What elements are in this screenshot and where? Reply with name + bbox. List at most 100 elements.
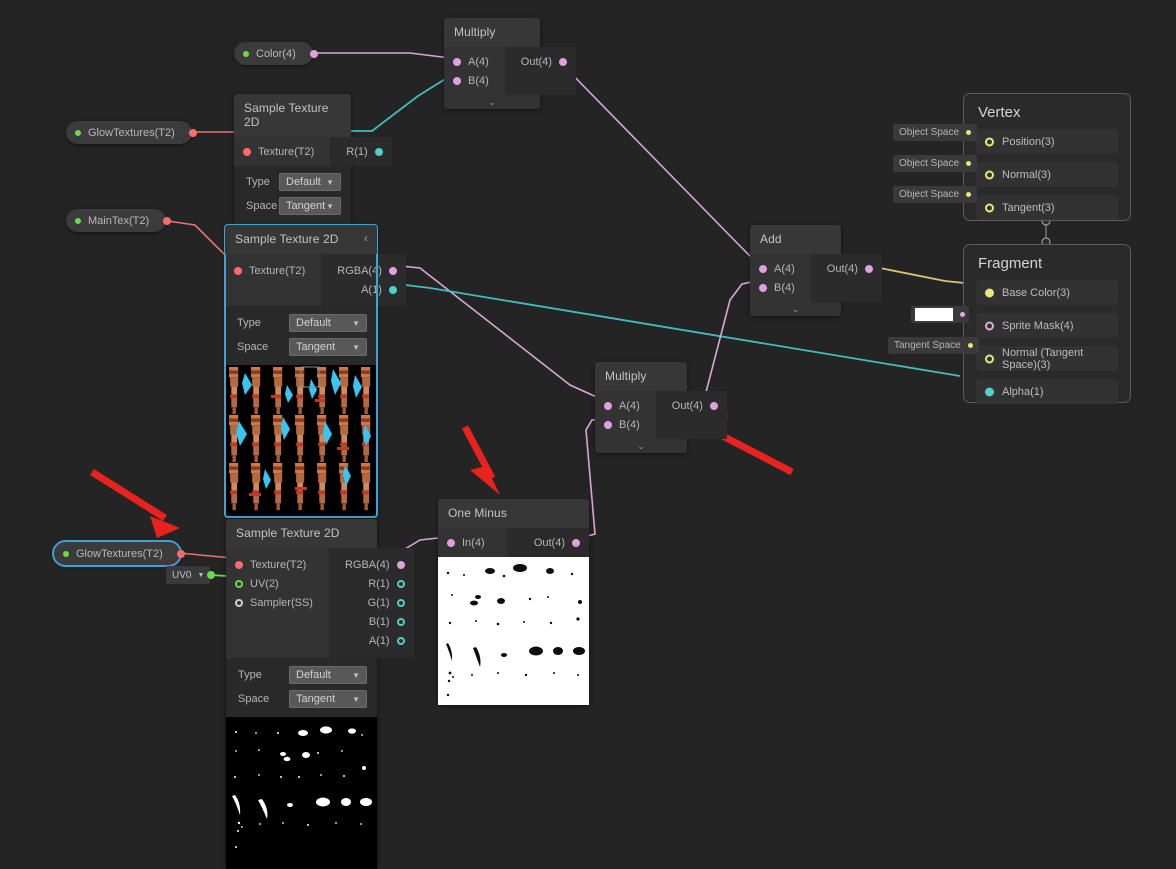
stack-row-alpha[interactable]: Alpha(1) — [976, 379, 1118, 404]
side-label-normal-tangent-space[interactable]: Tangent Space — [888, 337, 979, 354]
port-dot[interactable] — [396, 617, 405, 626]
control-space[interactable]: Space Tangent ▼ — [226, 687, 377, 711]
port-dot[interactable] — [985, 354, 994, 363]
output-port-out[interactable]: Out(4) — [505, 52, 576, 71]
control-type[interactable]: Type Default ▼ — [225, 311, 377, 335]
uv-channel-dropdown[interactable]: UV0 ▼ — [166, 566, 216, 584]
property-node-maintex[interactable]: MainTex(T2) — [66, 209, 172, 232]
control-type[interactable]: Type Default ▼ — [234, 170, 351, 194]
stack-row-sprite-mask[interactable]: Sprite Mask(4) — [976, 313, 1118, 338]
output-port-r[interactable]: R(1) — [330, 142, 391, 161]
input-port-in[interactable]: In(4) — [438, 533, 507, 552]
node-sample-texture-2d-top[interactable]: Sample Texture 2D Texture(T2) R(1) Type … — [234, 94, 392, 238]
color-swatch[interactable] — [915, 308, 953, 321]
output-port-out[interactable]: Out(4) — [507, 533, 589, 552]
output-port-texture[interactable] — [188, 128, 197, 137]
sprite-mask-color-field[interactable] — [911, 306, 969, 323]
node-collapse-toggle[interactable]: ⌄ — [595, 439, 687, 453]
port-dot[interactable] — [985, 170, 994, 179]
side-port-dot[interactable] — [966, 192, 972, 197]
node-multiply-bottom[interactable]: Multiply A(4) B(4) Out(4) ⌄ — [595, 362, 727, 453]
output-port-vector4[interactable] — [309, 49, 318, 58]
port-dot[interactable] — [985, 387, 994, 396]
output-port-rgba[interactable]: RGBA(4) — [329, 555, 414, 574]
stack-row-normal[interactable]: Normal(3) — [976, 162, 1118, 187]
stack-row-tangent[interactable]: Tangent(3) — [976, 195, 1118, 220]
output-port-uv[interactable] — [207, 571, 216, 579]
input-port-a[interactable]: A(4) — [444, 52, 505, 71]
port-dot[interactable] — [453, 57, 461, 66]
stack-row-base-color[interactable]: Base Color(3) — [976, 280, 1118, 305]
port-dot[interactable] — [759, 264, 767, 273]
node-sample-texture-2d-main[interactable]: Sample Texture 2D ‹ Texture(T2) RGBA(4) … — [224, 224, 406, 518]
side-label-normal-space[interactable]: Object Space — [893, 155, 978, 172]
input-port-texture[interactable]: Texture(T2) — [225, 261, 321, 280]
output-port-r[interactable]: R(1) — [329, 574, 414, 593]
side-port-dot[interactable] — [967, 343, 973, 348]
port-dot[interactable] — [396, 560, 405, 569]
output-port-rgba[interactable]: RGBA(4) — [321, 261, 406, 280]
node-one-minus[interactable]: One Minus In(4) Out(4) — [438, 499, 589, 705]
master-stack-vertex[interactable]: Vertex Position(3) Normal(3) Tangent(3) — [963, 93, 1131, 221]
node-collapse-toggle[interactable]: ⌄ — [444, 95, 540, 109]
port-dot[interactable] — [388, 266, 397, 275]
type-dropdown[interactable]: Default ▼ — [289, 314, 367, 332]
expander-icon[interactable]: ‹ — [364, 231, 368, 245]
port-dot[interactable] — [604, 420, 612, 429]
space-dropdown[interactable]: Tangent ▼ — [279, 197, 341, 215]
input-port-b[interactable]: B(4) — [444, 71, 505, 90]
port-dot[interactable] — [234, 266, 242, 275]
port-dot[interactable] — [235, 560, 243, 569]
port-dot[interactable] — [243, 147, 251, 156]
node-add[interactable]: Add A(4) B(4) Out(4) ⌄ — [750, 225, 882, 316]
space-dropdown[interactable]: Tangent ▼ — [289, 338, 367, 356]
property-node-glowtextures-top[interactable]: GlowTextures(T2) — [66, 121, 197, 144]
input-port-b[interactable]: B(4) — [595, 415, 656, 434]
port-dot[interactable] — [453, 76, 461, 85]
input-port-sampler[interactable]: Sampler(SS) — [226, 593, 329, 612]
port-dot[interactable] — [864, 264, 873, 273]
side-port-dot[interactable] — [966, 130, 972, 135]
control-space[interactable]: Space Tangent ▼ — [225, 335, 377, 359]
port-dot[interactable] — [604, 401, 612, 410]
master-stack-fragment[interactable]: Fragment Base Color(3) Sprite Mask(4) No… — [963, 244, 1131, 404]
port-dot[interactable] — [396, 598, 405, 607]
side-port-dot[interactable] — [960, 312, 965, 317]
port-dot[interactable] — [396, 579, 405, 588]
port-dot[interactable] — [558, 57, 567, 66]
input-port-texture[interactable]: Texture(T2) — [234, 142, 330, 161]
stack-row-position[interactable]: Position(3) — [976, 129, 1118, 154]
output-port-b[interactable]: B(1) — [329, 612, 414, 631]
port-dot[interactable] — [709, 401, 718, 410]
property-node-color[interactable]: Color(4) — [234, 42, 318, 65]
input-port-uv[interactable]: UV(2) — [226, 574, 329, 593]
node-sample-texture-2d-glow[interactable]: Sample Texture 2D Texture(T2) UV(2) Samp… — [226, 519, 414, 869]
port-dot[interactable] — [572, 538, 580, 547]
input-port-a[interactable]: A(4) — [595, 396, 656, 415]
type-dropdown[interactable]: Default ▼ — [289, 666, 367, 684]
type-dropdown[interactable]: Default ▼ — [279, 173, 341, 191]
side-label-position-space[interactable]: Object Space — [893, 124, 978, 141]
node-collapse-toggle[interactable]: ⌄ — [750, 302, 841, 316]
stack-row-normal-tangent-space[interactable]: Normal (Tangent Space)(3) — [976, 346, 1118, 371]
side-port-dot[interactable] — [966, 161, 972, 166]
output-port-g[interactable]: G(1) — [329, 593, 414, 612]
port-dot[interactable] — [388, 285, 397, 294]
input-port-texture[interactable]: Texture(T2) — [226, 555, 329, 574]
shader-graph-canvas[interactable]: GlowTextures(T2) Color(4) MainTex(T2) Gl… — [0, 0, 1176, 869]
port-dot[interactable] — [396, 636, 405, 645]
port-dot[interactable] — [235, 579, 243, 588]
port-dot[interactable] — [985, 288, 994, 297]
output-port-out[interactable]: Out(4) — [811, 259, 882, 278]
port-dot[interactable] — [759, 283, 767, 292]
output-port-out[interactable]: Out(4) — [656, 396, 727, 415]
control-space[interactable]: Space Tangent ▼ — [234, 194, 351, 218]
input-port-b[interactable]: B(4) — [750, 278, 811, 297]
property-node-glowtextures-bottom[interactable]: GlowTextures(T2) — [52, 540, 185, 567]
output-port-texture[interactable] — [176, 549, 185, 558]
port-dot[interactable] — [985, 203, 994, 212]
port-dot[interactable] — [985, 321, 994, 330]
side-label-tangent-space[interactable]: Object Space — [893, 186, 978, 203]
output-port-a[interactable]: A(1) — [321, 280, 406, 299]
port-dot[interactable] — [447, 538, 455, 547]
